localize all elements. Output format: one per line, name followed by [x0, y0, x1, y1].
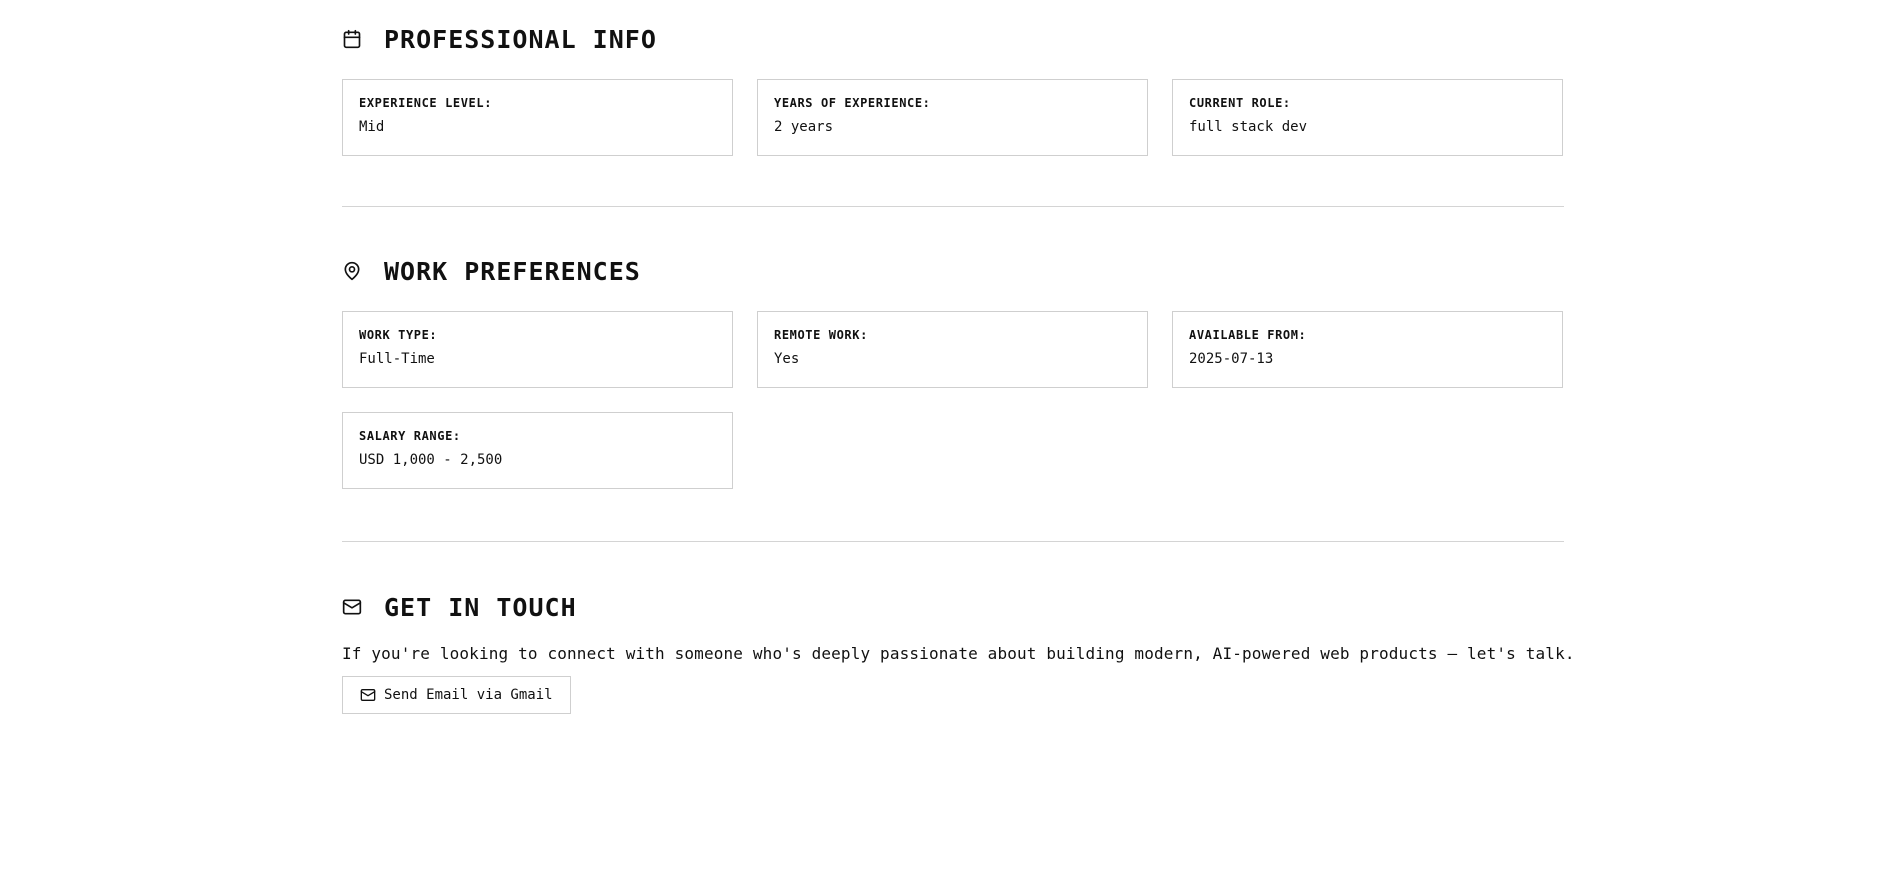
work-preferences-section: WORK PREFERENCES WORK TYPE: Full-Time RE…	[342, 251, 1564, 489]
info-card-value: Mid	[359, 119, 385, 135]
professional-info-header: PROFESSIONAL INFO	[342, 19, 1564, 59]
info-card-label: YEARS OF EXPERIENCE:	[774, 96, 931, 110]
info-card-value: USD 1,000 - 2,500	[359, 452, 503, 468]
work-preferences-grid: WORK TYPE: Full-Time REMOTE WORK: Yes AV…	[342, 311, 1564, 489]
section-title: WORK PREFERENCES	[384, 256, 641, 286]
info-card-label: EXPERIENCE LEVEL:	[359, 96, 493, 110]
section-title: PROFESSIONAL INFO	[384, 24, 657, 54]
info-card-salary-range: SALARY RANGE: USD 1,000 - 2,500	[342, 412, 733, 489]
info-card-value: full stack dev	[1189, 119, 1308, 135]
info-card-experience-level: EXPERIENCE LEVEL: Mid	[342, 79, 733, 156]
info-card-value: Full-Time	[359, 351, 435, 367]
info-card-current-role: CURRENT ROLE: full stack dev	[1172, 79, 1563, 156]
work-preferences-header: WORK PREFERENCES	[342, 251, 1564, 291]
info-card-value: 2025-07-13	[1189, 351, 1274, 367]
info-card-value: Yes	[774, 351, 800, 367]
info-card-label: WORK TYPE:	[359, 328, 438, 342]
send-email-button-label: Send Email via Gmail	[384, 687, 553, 703]
info-card-work-type: WORK TYPE: Full-Time	[342, 311, 733, 388]
info-card-years-of-experience: YEARS OF EXPERIENCE: 2 years	[757, 79, 1148, 156]
section-divider	[342, 206, 1564, 207]
get-in-touch-header: GET IN TOUCH	[342, 587, 1642, 627]
mail-icon	[342, 597, 362, 617]
info-card-available-from: AVAILABLE FROM: 2025-07-13	[1172, 311, 1563, 388]
mail-icon	[360, 689, 376, 701]
info-card-label: SALARY RANGE:	[359, 429, 461, 443]
get-in-touch-section: GET IN TOUCH If you're looking to connec…	[342, 587, 1642, 714]
info-card-remote-work: REMOTE WORK: Yes	[757, 311, 1148, 388]
professional-info-section: PROFESSIONAL INFO EXPERIENCE LEVEL: Mid …	[342, 19, 1564, 156]
info-card-label: AVAILABLE FROM:	[1189, 328, 1307, 342]
section-title: GET IN TOUCH	[384, 592, 577, 622]
send-email-button[interactable]: Send Email via Gmail	[342, 676, 571, 714]
contact-description: If you're looking to connect with someon…	[342, 644, 1575, 663]
section-divider	[342, 541, 1564, 542]
professional-info-grid: EXPERIENCE LEVEL: Mid YEARS OF EXPERIENC…	[342, 79, 1564, 156]
info-card-label: REMOTE WORK:	[774, 328, 868, 342]
info-card-label: CURRENT ROLE:	[1189, 96, 1291, 110]
location-pin-icon	[342, 261, 362, 281]
calendar-icon	[342, 29, 362, 49]
info-card-value: 2 years	[774, 119, 834, 135]
